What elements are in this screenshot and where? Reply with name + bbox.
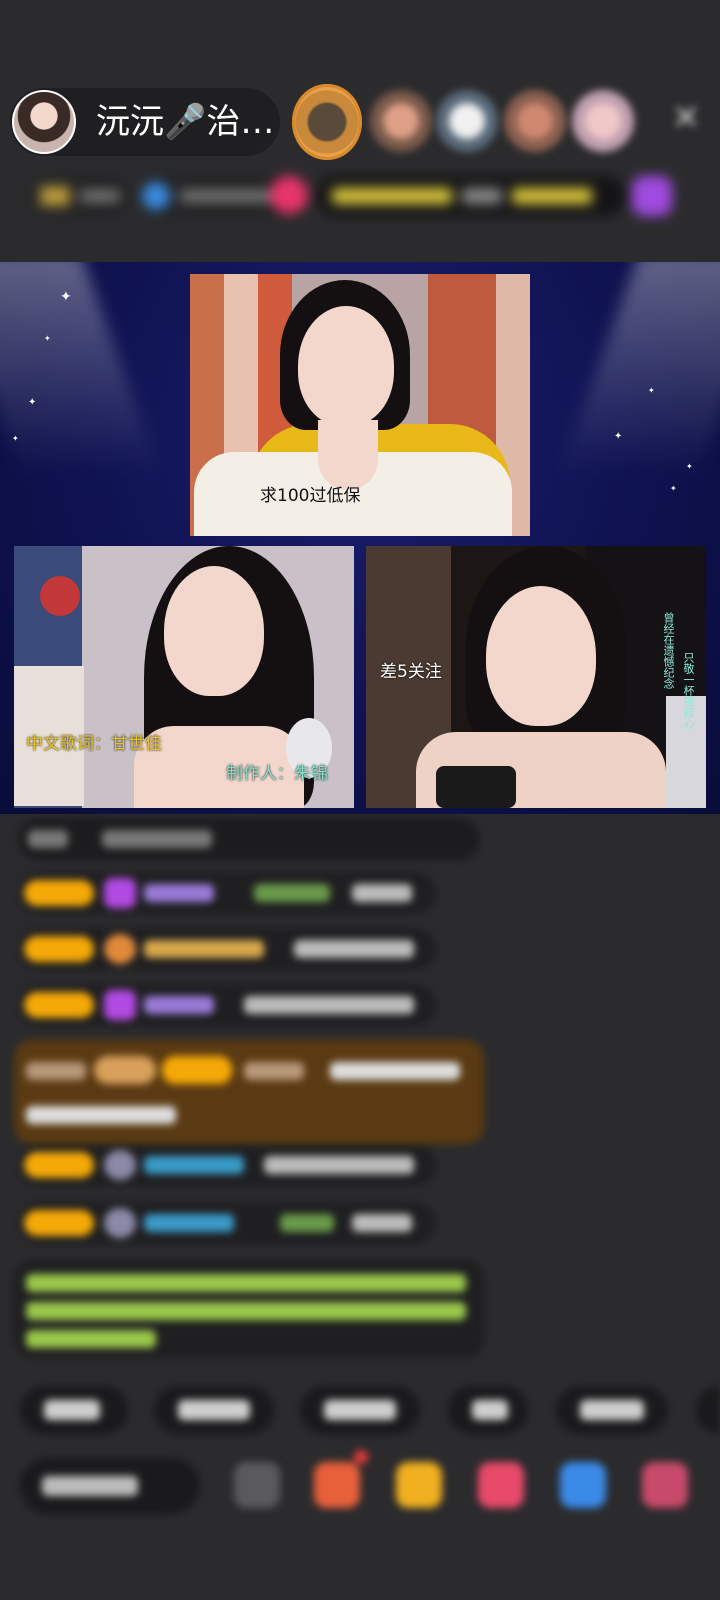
chat-text bbox=[352, 1214, 412, 1232]
quick-reply-button[interactable] bbox=[300, 1386, 420, 1434]
star-icon: ✦ bbox=[614, 431, 623, 442]
vertical-lyric-1: 曾经在遗憾纪念 bbox=[662, 612, 675, 689]
chat-text bbox=[102, 830, 212, 848]
username bbox=[144, 1156, 244, 1174]
room-info-row bbox=[20, 172, 700, 224]
gem-icon bbox=[104, 1150, 136, 1180]
gift-box-icon[interactable] bbox=[314, 1462, 360, 1508]
notification-dot bbox=[354, 1450, 368, 1464]
producer-credit: 制作人：朱锦 bbox=[226, 764, 328, 784]
fan-badge bbox=[24, 1210, 94, 1236]
top-viewer-avatar-3[interactable] bbox=[436, 90, 498, 152]
top-viewer-avatar-5[interactable] bbox=[572, 90, 634, 152]
chat-text bbox=[244, 996, 414, 1014]
seat-caption: 差5关注 bbox=[380, 662, 442, 682]
task-banner-chip[interactable] bbox=[316, 176, 626, 216]
chat-text bbox=[28, 830, 68, 848]
fan-badge bbox=[24, 992, 94, 1018]
chat-message[interactable] bbox=[18, 1144, 436, 1186]
star-icon: ✦ bbox=[44, 334, 51, 343]
video-seat-top[interactable]: 求100过低保 bbox=[190, 274, 530, 536]
chat-text bbox=[264, 1156, 414, 1174]
chat-message[interactable] bbox=[18, 818, 480, 860]
star-icon: ✦ bbox=[12, 434, 19, 443]
fan-badge bbox=[24, 1152, 94, 1178]
reply-target bbox=[254, 884, 330, 902]
reply-target bbox=[280, 1214, 334, 1232]
game-icon[interactable] bbox=[560, 1462, 606, 1508]
star-icon: ✦ bbox=[648, 386, 655, 395]
heart-balloon bbox=[40, 576, 80, 616]
close-icon[interactable]: ✕ bbox=[668, 100, 704, 136]
fan-badge bbox=[162, 1056, 232, 1084]
notice-line bbox=[26, 1330, 156, 1348]
performer-face bbox=[486, 586, 596, 726]
top-viewer-avatar-4[interactable] bbox=[504, 90, 566, 152]
video-seat-left[interactable]: 中文歌词：甘世佳 制作人：朱锦 bbox=[14, 546, 354, 808]
video-seat-right[interactable]: 差5关注 曾经在遗憾纪念 只敬一杯孤寂心 bbox=[366, 546, 706, 808]
gem-icon bbox=[104, 878, 136, 908]
hot-rank-chip[interactable] bbox=[30, 176, 130, 216]
star-icon: ✦ bbox=[60, 289, 72, 305]
chat-message[interactable] bbox=[18, 872, 436, 914]
gem-icon bbox=[104, 1208, 136, 1238]
performer-face bbox=[298, 306, 394, 426]
notice-line bbox=[26, 1302, 466, 1320]
quick-reply-button[interactable] bbox=[448, 1386, 528, 1434]
vertical-lyric-2: 只敬一杯孤寂心 bbox=[682, 652, 695, 729]
microphone bbox=[436, 766, 516, 808]
gift-icon[interactable] bbox=[396, 1462, 442, 1508]
chat-text bbox=[352, 884, 412, 902]
top-viewer-avatar-1[interactable] bbox=[292, 84, 362, 160]
star-icon: ✦ bbox=[28, 397, 37, 408]
host-avatar[interactable] bbox=[12, 90, 76, 154]
chat-text bbox=[26, 1106, 176, 1124]
seat-caption: 求100过低保 bbox=[260, 486, 361, 506]
pk-stage: ✦ ✦ ✦ ✦ ✦ ✦ ✦ ✦ 求100过低保 中文歌词：甘世佳 制作人：朱锦 … bbox=[0, 262, 720, 814]
chat-message[interactable] bbox=[18, 984, 436, 1026]
chat-text bbox=[330, 1062, 460, 1080]
system-notice bbox=[14, 1260, 484, 1358]
username bbox=[144, 996, 214, 1014]
gem-icon bbox=[104, 934, 136, 964]
like-icon[interactable] bbox=[270, 176, 308, 214]
performer-neck bbox=[318, 420, 378, 490]
chat-message[interactable] bbox=[18, 928, 436, 970]
highlight-message[interactable] bbox=[14, 1040, 484, 1144]
emoji-icon[interactable] bbox=[234, 1462, 280, 1508]
host-name: 沅沅🎤治… bbox=[96, 102, 275, 142]
top-viewer-avatar-2[interactable] bbox=[370, 90, 432, 152]
chat-input[interactable] bbox=[20, 1458, 200, 1514]
host-info-pill[interactable]: 沅沅🎤治… bbox=[10, 88, 280, 156]
chat-message[interactable] bbox=[18, 1202, 436, 1244]
username bbox=[144, 1214, 234, 1232]
gem-icon bbox=[104, 990, 136, 1020]
chat-text bbox=[26, 1062, 86, 1080]
username bbox=[144, 884, 214, 902]
quick-reply-button[interactable] bbox=[556, 1386, 668, 1434]
star-icon: ✦ bbox=[670, 484, 677, 493]
quick-reply-button[interactable] bbox=[696, 1386, 720, 1434]
username bbox=[244, 1062, 304, 1080]
heart-gift-icon[interactable] bbox=[478, 1462, 524, 1508]
level-badge bbox=[94, 1056, 156, 1084]
gift-icon[interactable] bbox=[632, 176, 672, 216]
fan-badge bbox=[24, 936, 94, 962]
username bbox=[144, 940, 264, 958]
stage-light-left bbox=[0, 262, 161, 472]
notice-line bbox=[26, 1274, 466, 1292]
performer-face bbox=[164, 566, 264, 696]
fan-badge bbox=[24, 880, 94, 906]
star-icon: ✦ bbox=[686, 462, 693, 471]
chat-text bbox=[294, 940, 414, 958]
stage-light-right bbox=[559, 262, 720, 472]
quick-reply-button[interactable] bbox=[20, 1386, 128, 1434]
more-gifts-icon[interactable] bbox=[642, 1462, 688, 1508]
lyrics-credit: 中文歌词：甘世佳 bbox=[26, 734, 162, 754]
quick-reply-button[interactable] bbox=[154, 1386, 274, 1434]
